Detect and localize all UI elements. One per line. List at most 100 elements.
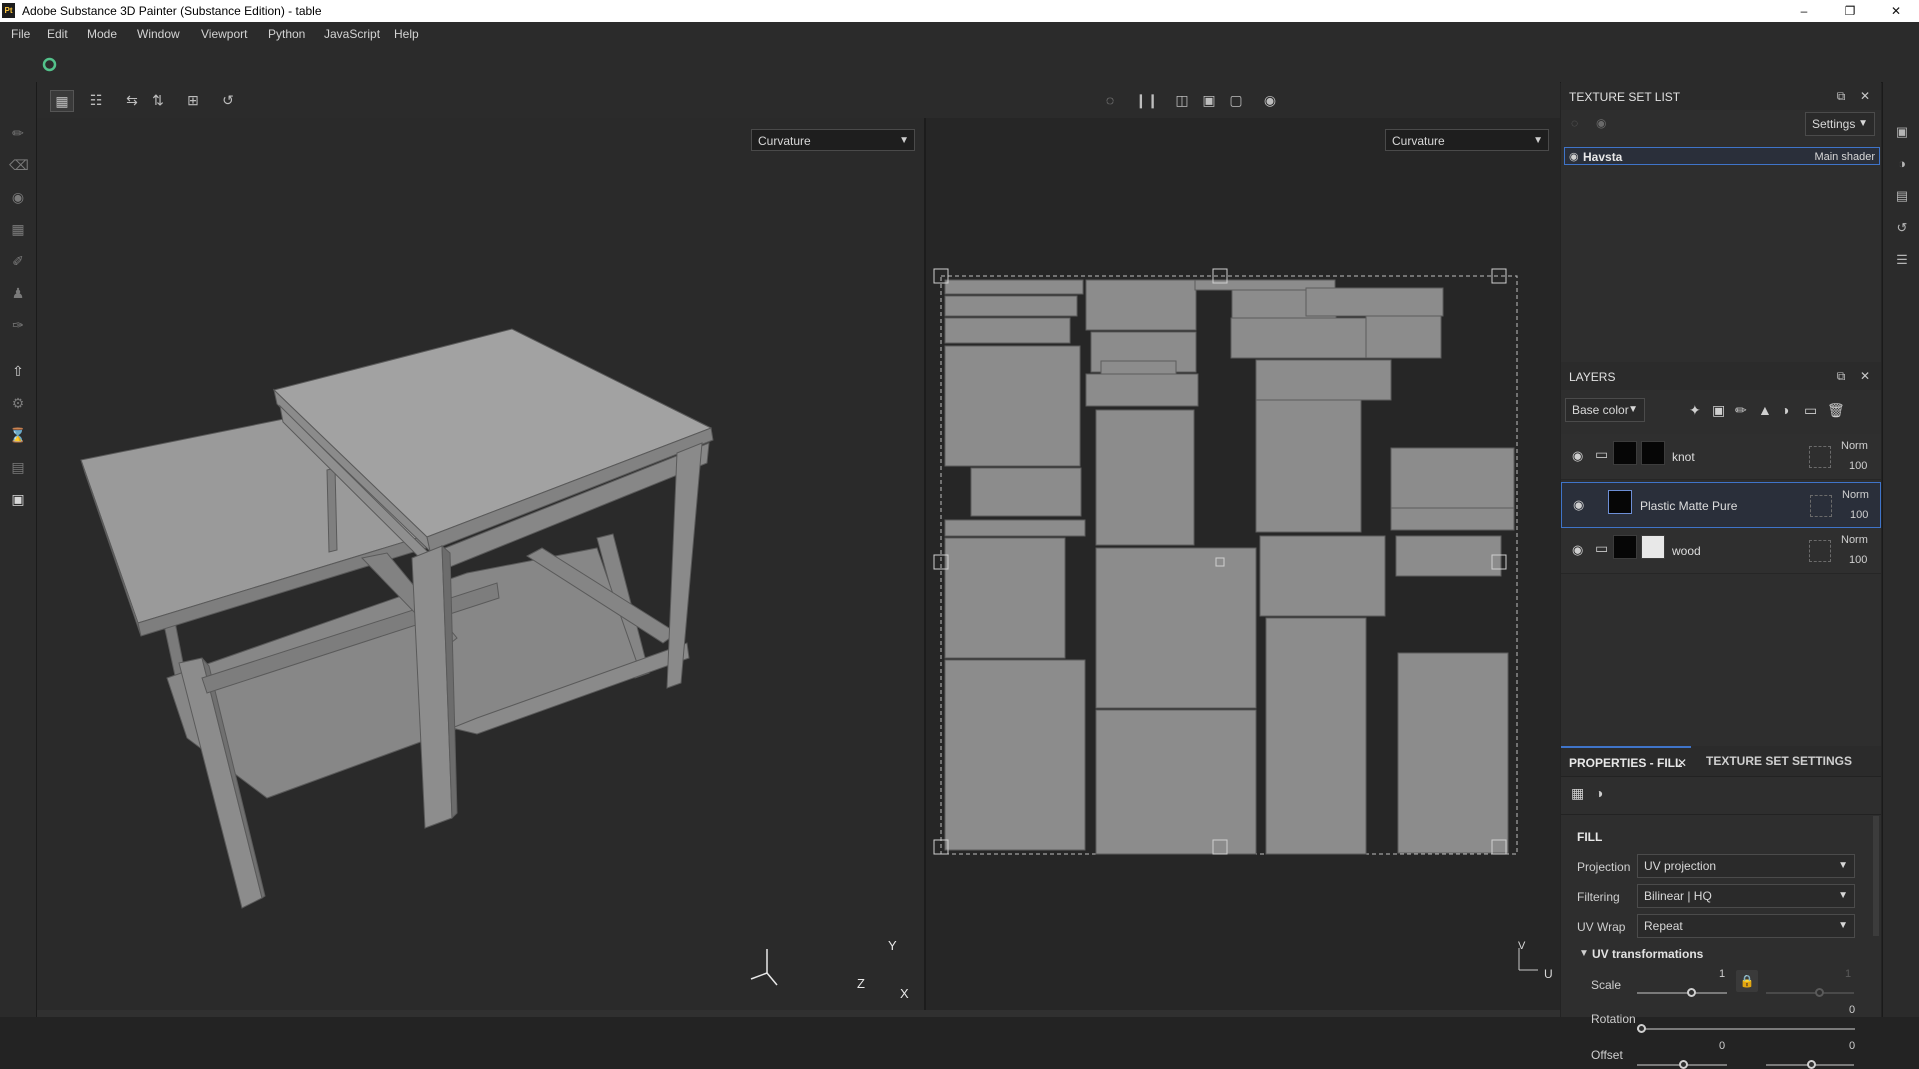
filtering-dropdown[interactable]: Bilinear | HQ ▼ (1637, 884, 1855, 908)
shader-icon[interactable]: ◑ (1894, 156, 1910, 172)
undock-icon[interactable]: ⧉ (1834, 89, 1848, 103)
blend-mode[interactable]: Norm (1841, 534, 1868, 546)
split-view-icon[interactable]: ▦ (50, 90, 74, 112)
add-effect-icon[interactable]: ✦ (1689, 402, 1701, 419)
eye-slash-icon[interactable]: ◌ (1571, 116, 1578, 130)
rotation-slider-track[interactable] (1637, 1028, 1855, 1030)
pause-icon[interactable]: ❙❙ (1135, 90, 1158, 110)
layer-row[interactable]: ◉ ▭ knot Norm 100 (1561, 434, 1881, 480)
add-fill-layer-icon[interactable]: ▲ (1758, 402, 1772, 418)
smudge-icon[interactable]: ✐ (9, 252, 27, 270)
rotation-slider-knob[interactable] (1637, 1024, 1646, 1033)
assets-icon[interactable]: ▤ (1894, 188, 1910, 204)
offset-u-slider-knob[interactable] (1679, 1060, 1688, 1069)
eye-icon[interactable]: ◉ (1596, 116, 1606, 130)
eye-icon[interactable]: ◉ (1569, 150, 1579, 163)
uv-transformations-title[interactable]: UV transformations (1592, 947, 1703, 961)
render-mode-icon[interactable]: ▣ (1198, 90, 1220, 110)
mask-slot[interactable] (1809, 540, 1831, 562)
menu-python[interactable]: Python (268, 27, 305, 41)
sphere-icon[interactable]: ◑ (1595, 785, 1603, 801)
restore-icon[interactable]: ❐ (1827, 0, 1873, 22)
history-icon[interactable]: ↺ (217, 90, 239, 110)
table-3d-model[interactable] (37, 118, 924, 1010)
menu-javascript[interactable]: JavaScript (324, 27, 380, 41)
polygon-fill-icon[interactable]: ▦ (9, 220, 27, 238)
add-paint-layer-icon[interactable]: ✏ (1735, 402, 1747, 419)
paint-brush-icon[interactable]: ✏ (9, 124, 27, 142)
add-folder-icon[interactable]: ▭ (1804, 402, 1817, 419)
export-icon[interactable]: ⇧ (9, 362, 27, 380)
menu-help[interactable]: Help (394, 27, 419, 41)
menu-mode[interactable]: Mode (87, 27, 117, 41)
mirror-x-icon[interactable]: ⇆ (121, 90, 143, 110)
hourglass-icon[interactable]: ⌛ (9, 426, 27, 444)
scale-value[interactable]: 1 (1719, 968, 1725, 980)
close-icon[interactable]: ✕ (1873, 0, 1919, 22)
layer-row[interactable]: ◉ Plastic Matte Pure Norm 100 (1561, 482, 1881, 528)
tab-properties-fill[interactable]: PROPERTIES - FILL ✕ (1561, 746, 1691, 776)
projection-dropdown[interactable]: UV projection ▼ (1637, 854, 1855, 878)
color-picker-icon[interactable]: ✑ (9, 316, 27, 334)
uvwrap-dropdown[interactable]: Repeat ▼ (1637, 914, 1855, 938)
properties-scrollbar[interactable] (1873, 816, 1879, 936)
settings-dropdown[interactable]: Settings ▼ (1805, 112, 1875, 136)
chevron-down-icon[interactable]: ▼ (1579, 948, 1589, 959)
blend-mode[interactable]: Norm (1841, 440, 1868, 452)
sync-icon[interactable] (42, 57, 57, 72)
bake-icon[interactable]: ⚙ (9, 394, 27, 412)
clone-stamp-icon[interactable]: ♟ (9, 284, 27, 302)
layer-name[interactable]: knot (1672, 450, 1695, 464)
folder-icon[interactable]: ▭ (1595, 446, 1608, 463)
rotation-value[interactable]: 0 (1849, 1004, 1855, 1016)
camera-icon[interactable]: ▢ (1225, 90, 1247, 110)
mask-icon[interactable]: ▤ (9, 458, 27, 476)
blend-mode[interactable]: Norm (1842, 489, 1869, 501)
layer-row[interactable]: ◉ ▭ wood Norm 100 (1561, 528, 1881, 574)
layer-channel-dropdown[interactable]: Base color ▼ (1565, 398, 1645, 422)
menu-window[interactable]: Window (137, 27, 180, 41)
display-settings-icon[interactable]: ▣ (9, 490, 27, 508)
display-icon[interactable]: ▣ (1894, 124, 1910, 140)
mask-slot[interactable] (1810, 495, 1832, 517)
layer-opacity[interactable]: 100 (1849, 460, 1867, 472)
menu-viewport[interactable]: Viewport (201, 27, 247, 41)
eye-icon[interactable]: ◉ (1572, 448, 1583, 464)
menu-edit[interactable]: Edit (47, 27, 68, 41)
scale-slider-knob[interactable] (1687, 988, 1696, 997)
lock-icon[interactable]: 🔒 (1736, 970, 1758, 992)
menu-file[interactable]: File (11, 27, 30, 41)
minimize-icon[interactable]: – (1781, 0, 1827, 22)
projection-icon[interactable]: ◉ (9, 188, 27, 206)
close-panel-icon[interactable]: ✕ (1858, 369, 1872, 383)
tab-texture-set-settings[interactable]: TEXTURE SET SETTINGS (1706, 746, 1852, 776)
texture-set-shader[interactable]: Main shader (1814, 151, 1875, 163)
screenshot-icon[interactable]: ◉ (1259, 90, 1281, 110)
offset-v-slider-knob[interactable] (1807, 1060, 1816, 1069)
undock-icon[interactable]: ⧉ (1834, 369, 1848, 383)
smart-material-icon[interactable]: ◑ (1781, 402, 1789, 418)
add-mask-icon[interactable]: ▣ (1712, 402, 1725, 419)
history-icon[interactable]: ↺ (1894, 220, 1910, 236)
uv-layout[interactable] (926, 118, 1560, 1010)
layer-name[interactable]: Plastic Matte Pure (1640, 499, 1737, 513)
close-panel-icon[interactable]: ✕ (1858, 89, 1872, 103)
material-icon[interactable]: ▦ (1571, 785, 1584, 802)
mirror-y-icon[interactable]: ⇅ (147, 90, 169, 110)
viewport-3d[interactable]: Curvature ▼ (37, 118, 924, 1010)
layer-opacity[interactable]: 100 (1849, 554, 1867, 566)
layer-name[interactable]: wood (1672, 544, 1701, 558)
symmetry-icon[interactable]: ◫ (1171, 90, 1193, 110)
close-tab-icon[interactable]: ✕ (1677, 748, 1687, 778)
viewport-2d[interactable]: Curvature ▼ (926, 118, 1560, 1010)
grid-view-icon[interactable]: ☷ (85, 90, 107, 110)
offset-v-value[interactable]: 0 (1849, 1040, 1855, 1052)
layer-opacity[interactable]: 100 (1850, 509, 1868, 521)
log-icon[interactable]: ☰ (1894, 252, 1910, 268)
eye-icon[interactable]: ◉ (1573, 497, 1584, 513)
offset-u-value[interactable]: 0 (1719, 1040, 1725, 1052)
hide-uv-icon[interactable]: ◌ (1099, 90, 1121, 110)
add-icon[interactable]: ⊞ (182, 90, 204, 110)
eye-icon[interactable]: ◉ (1572, 542, 1583, 558)
delete-layer-icon[interactable]: 🗑 (1827, 402, 1845, 419)
